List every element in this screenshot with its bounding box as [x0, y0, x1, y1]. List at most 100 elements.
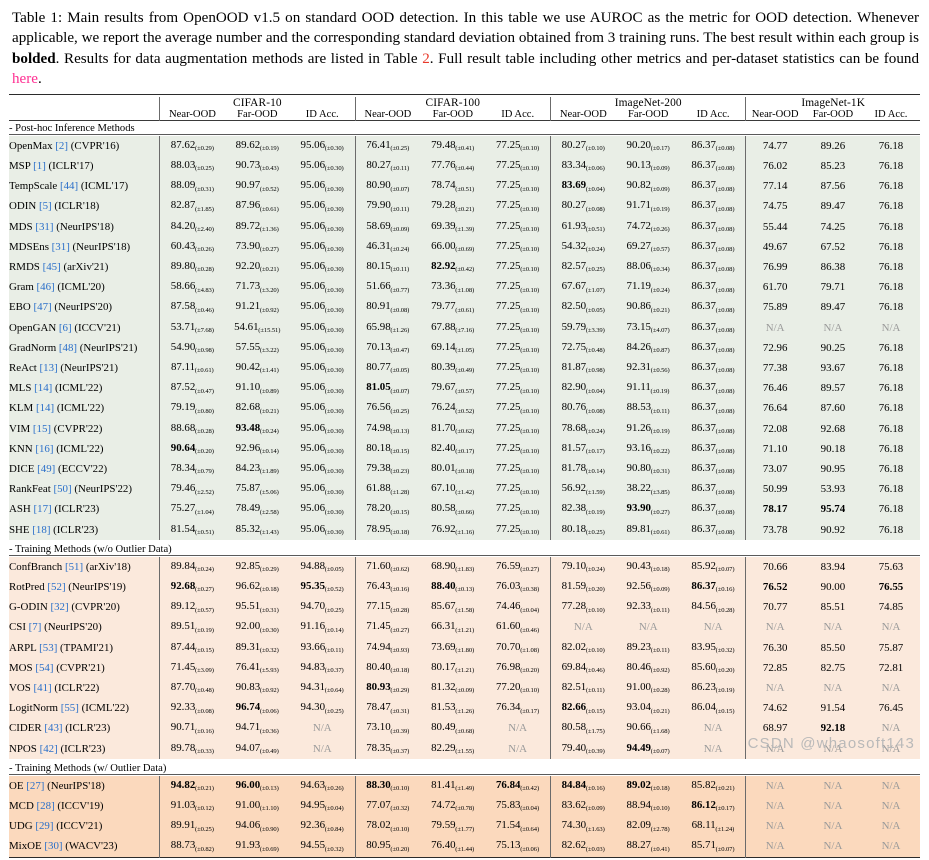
metric-cell: 92.68: [803, 418, 862, 439]
metric-cell: 74.72(±0.26): [615, 216, 681, 237]
metric-cell: 80.18(±0.15): [354, 438, 421, 459]
citation-link[interactable]: [49]: [37, 463, 55, 475]
metric-cell: 54.90(±0.98): [159, 337, 225, 358]
citation-link[interactable]: [50]: [53, 483, 71, 495]
citation-link[interactable]: [15]: [33, 423, 51, 435]
table-row: MixOE [30] (WACV'23) 88.73(±0.82) 91.93(±0…: [9, 836, 920, 858]
citation-link[interactable]: [27]: [26, 780, 44, 792]
citation-link[interactable]: [43]: [44, 722, 62, 734]
citation-link[interactable]: [45]: [43, 261, 61, 273]
metric-cell: 76.55: [861, 577, 920, 598]
table-2-reference-link[interactable]: 2: [422, 51, 430, 67]
metric-cell: 82.75: [803, 657, 862, 679]
metric-cell: 72.75(±0.48): [549, 337, 616, 358]
citation-link[interactable]: [30]: [44, 840, 62, 852]
citation-link[interactable]: [5]: [39, 200, 52, 212]
metric-cell: 88.09(±0.31): [159, 176, 225, 197]
metric-cell: 94.83(±0.37): [289, 657, 356, 679]
citation-link[interactable]: [32]: [50, 601, 68, 613]
metric-cell: 82.29(±1.55): [420, 738, 486, 759]
caption-bolded-word: bolded: [12, 50, 56, 67]
citation-link[interactable]: [41]: [34, 682, 52, 694]
metric-cell: 95.51(±0.31): [224, 597, 290, 618]
metric-cell: 76.24(±0.52): [420, 398, 486, 419]
metric-cell: N/A: [861, 678, 920, 699]
metric-cell: 94.95(±0.04): [289, 796, 356, 817]
metric-cell: 74.62: [745, 698, 804, 719]
metric-cell: 82.62(±0.03): [549, 836, 616, 858]
citation-link[interactable]: [52]: [47, 581, 65, 593]
citation-link[interactable]: [16]: [35, 443, 53, 455]
metric-cell: 76.18: [861, 357, 920, 379]
metric-cell: 94.06(±0.90): [224, 816, 290, 837]
metric-cell: 86.38: [803, 256, 862, 278]
metric-cell: 88.94(±0.10): [615, 796, 681, 817]
citation-link[interactable]: [53]: [39, 642, 57, 654]
metric-cell: 90.73(±0.43): [224, 155, 290, 177]
metric-cell: 82.51(±0.11): [549, 678, 616, 699]
metric-cell: 75.83(±0.04): [485, 796, 551, 817]
metric-cell: 94.31(±0.64): [289, 678, 356, 699]
citation-link[interactable]: [47]: [34, 301, 52, 313]
here-link[interactable]: here: [12, 71, 38, 87]
metric-cell: 87.70(±0.48): [159, 678, 225, 699]
citation-link[interactable]: [31]: [52, 241, 70, 253]
citation-link[interactable]: [42]: [40, 743, 58, 755]
metric-cell: 76.18: [861, 135, 920, 156]
citation-link[interactable]: [48]: [59, 342, 77, 354]
metric-cell: 90.25: [803, 337, 862, 358]
metric-cell: 86.04(±0.15): [680, 698, 746, 719]
metric-cell: 89.62(±0.19): [224, 135, 290, 156]
citation-link[interactable]: [17]: [34, 503, 52, 515]
metric-cell: 71.73(±3.20): [224, 277, 290, 298]
metric-cell: 90.00: [803, 577, 862, 598]
metric-cell: 67.10(±1.42): [420, 479, 486, 500]
metric-cell: 76.18: [861, 418, 920, 439]
citation-link[interactable]: [28]: [37, 800, 55, 812]
citation-link[interactable]: [14]: [36, 402, 54, 414]
metric-cell: 86.37(±0.08): [680, 479, 746, 500]
citation-link[interactable]: [31]: [35, 221, 53, 233]
method-name: OpenMax [2] (CVPR'16): [9, 135, 160, 156]
citation-link[interactable]: [55]: [61, 702, 79, 714]
method-name: MCD [28] (ICCV'19): [9, 796, 160, 817]
citation-link[interactable]: [51]: [65, 561, 83, 573]
metric-cell: 94.63(±0.26): [289, 775, 356, 797]
metric-cell: 89.23(±0.11): [615, 637, 681, 658]
metric-cell: 77.25(±0.10): [485, 155, 551, 177]
metric-cell: 80.17(±1.21): [420, 657, 486, 679]
metric-cell: 78.20(±0.15): [354, 499, 421, 520]
table-row: Gram [46] (ICML'20) 58.66(±4.83) 71.73(±3.…: [9, 277, 920, 298]
metric-cell: 93.04(±0.21): [615, 698, 681, 719]
subheader-imagenet-1k-nearood: Near-OOD: [745, 108, 804, 121]
citation-link[interactable]: [1]: [33, 160, 46, 172]
metric-cell: N/A: [861, 796, 920, 817]
metric-cell: 91.71(±0.19): [615, 196, 681, 217]
metric-cell: 95.06(±0.30): [289, 196, 356, 217]
metric-cell: 92.33(±0.08): [159, 698, 225, 719]
citation-link[interactable]: [29]: [35, 820, 53, 832]
metric-cell: 82.90(±0.04): [549, 378, 616, 399]
metric-cell: 79.19(±0.80): [159, 398, 225, 419]
table-row: TempScale [44] (ICML'17) 88.09(±0.31) 90.9…: [9, 176, 920, 197]
metric-cell: 56.92(±1.59): [549, 479, 616, 500]
citation-link[interactable]: [44]: [60, 180, 78, 192]
metric-cell: 76.18: [861, 155, 920, 177]
method-name: VIM [15] (CVPR'22): [9, 418, 160, 439]
metric-cell: 90.43(±0.18): [615, 556, 681, 578]
citation-link[interactable]: [7]: [29, 621, 42, 633]
citation-link[interactable]: [14]: [34, 382, 52, 394]
metric-cell: 80.58(±1.75): [549, 718, 616, 739]
metric-cell: 82.92(±0.42): [420, 256, 486, 278]
citation-link[interactable]: [46]: [37, 281, 55, 293]
metric-cell: 94.30(±0.25): [289, 698, 356, 719]
citation-link[interactable]: [13]: [40, 362, 58, 374]
citation-link[interactable]: [6]: [59, 322, 72, 334]
metric-cell: 95.06(±0.30): [289, 135, 356, 156]
citation-link[interactable]: [54]: [35, 662, 53, 674]
metric-cell: 74.94(±0.93): [354, 637, 421, 658]
metric-cell: 86.37(±0.08): [680, 378, 746, 399]
citation-link[interactable]: [2]: [55, 140, 68, 152]
metric-cell: 74.85: [861, 597, 920, 618]
citation-link[interactable]: [18]: [32, 524, 50, 536]
